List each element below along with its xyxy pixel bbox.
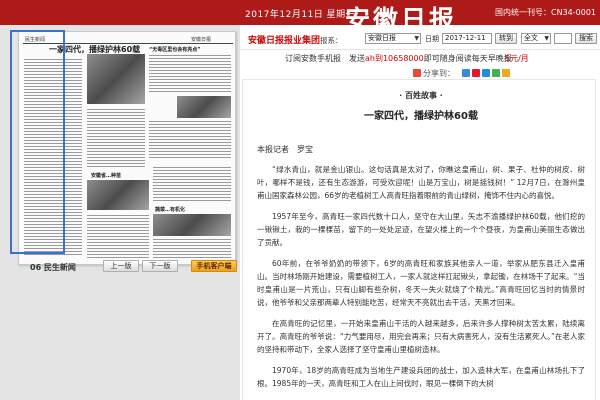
renren-icon[interactable] xyxy=(502,69,510,77)
weibo-icon[interactable] xyxy=(472,69,480,77)
thumbnail-photo-mountain[interactable] xyxy=(87,54,145,104)
thumbnail-text-block[interactable] xyxy=(87,214,149,258)
chevron-down-icon: ▼ xyxy=(414,35,419,42)
page-navigation: 06 民生新闻 上一版 下一版 手机客户端 xyxy=(18,258,240,274)
thumbnail-photo[interactable] xyxy=(87,180,149,210)
article-byline: 本报记者 罗宝 xyxy=(257,145,313,154)
promo-price: 5元/月 xyxy=(505,54,529,63)
article-kicker: · 百姓故事 · xyxy=(399,91,443,100)
share-plus-icon[interactable] xyxy=(413,69,421,77)
search-scope-select[interactable]: 全文 ▼ xyxy=(521,33,551,44)
prev-page-button[interactable]: 上一版 xyxy=(103,260,139,272)
article-title: 一家四代，播绿护林60载 xyxy=(364,111,478,122)
tencent-weibo-icon[interactable] xyxy=(482,69,490,77)
article-paragraph: 60年前，在爷爷奶奶的带领下，6岁的高青旺和家族其他亲人一道，举家从肥东县迁入皇… xyxy=(257,259,585,307)
toolbar: 安徽日报报业集团报系： 安徽日报 ▼ 日期 2017-12-11 转到 全文 ▼… xyxy=(240,25,600,50)
chevron-down-icon: ▼ xyxy=(544,35,549,42)
thumbnail-photo[interactable] xyxy=(153,214,231,236)
cn-number: 国内统一刊号：CN34-0001 xyxy=(495,8,596,17)
paper-select[interactable]: 安徽日报 ▼ xyxy=(365,33,421,44)
share-bar: 分享到： xyxy=(240,66,600,80)
mobile-client-button[interactable]: 手机客户端 xyxy=(191,260,237,272)
thumbnail-photo[interactable] xyxy=(177,96,231,118)
thumbnail-subhead[interactable]: 安徽省…种苗 xyxy=(91,172,121,179)
search-input[interactable] xyxy=(554,33,572,44)
wechat-icon[interactable] xyxy=(492,69,500,77)
search-button[interactable]: 搜索 xyxy=(575,33,597,44)
article-paragraph: 在高青旺的记忆里，一开始来皇甫山干活的人越来越多，后来许多人撑种树太苦太累，陆续… xyxy=(257,319,585,354)
article-paragraph: 1957年至今，高青旺一家四代数十口人，坚守在大山里，矢志不渝播绿护林60载，他… xyxy=(257,212,585,247)
article-paragraph: 1970年，18岁的高青旺成为当地生产建设兵团的战士，加入造林大军，在皇甫山林场… xyxy=(257,366,585,388)
selected-article-frame[interactable] xyxy=(10,30,65,254)
page-section-label: 06 民生新闻 xyxy=(30,263,76,272)
article-panel: · 百姓故事 · 一家四代，播绿护林60载 本报记者 罗宝 “绿水青山，就是金山… xyxy=(242,79,596,400)
thumbnail-subhead[interactable]: 蔬菜…有机化 xyxy=(155,206,185,213)
page-preview-panel: 民生新闻 安徽日报 一家四代，播绿护林60载 “无毒区里也会有亮点” 安徽省…种… xyxy=(0,25,240,400)
header-bar: 2017年12月11日 星期一 安徽日报 国内统一刊号：CN34-0001 xyxy=(0,0,600,34)
thumbnail-text-block[interactable] xyxy=(149,120,231,160)
qzone-icon[interactable] xyxy=(462,69,470,77)
header-date: 2017年12月11日 星期一 xyxy=(245,10,356,20)
next-page-button[interactable]: 下一版 xyxy=(142,260,178,272)
promo-line[interactable]: 订阅安数手机报 发送ah到10658000即可随身阅读每天早晚报 5元/月 xyxy=(240,50,600,66)
date-label: 日期 xyxy=(425,35,439,43)
thumbnail-text-block[interactable] xyxy=(87,108,145,168)
article-paragraph: “绿水青山，就是金山银山。这句话真是太对了，你瞧这皇甫山，树、果子、杜仲的树皮、… xyxy=(257,165,585,200)
date-input[interactable]: 2017-12-11 xyxy=(442,33,492,44)
go-button[interactable]: 转到 xyxy=(495,33,517,44)
thumbnail-text-block[interactable] xyxy=(153,238,231,258)
thumbnail-text-block[interactable] xyxy=(149,54,231,94)
thumbnail-text-block[interactable] xyxy=(153,166,231,202)
thumbnail-subhead[interactable]: “无毒区里也会有亮点” xyxy=(149,46,201,53)
share-label: 分享到： xyxy=(423,69,455,78)
brand-label: 安徽日报报业集团报系： xyxy=(248,36,343,46)
